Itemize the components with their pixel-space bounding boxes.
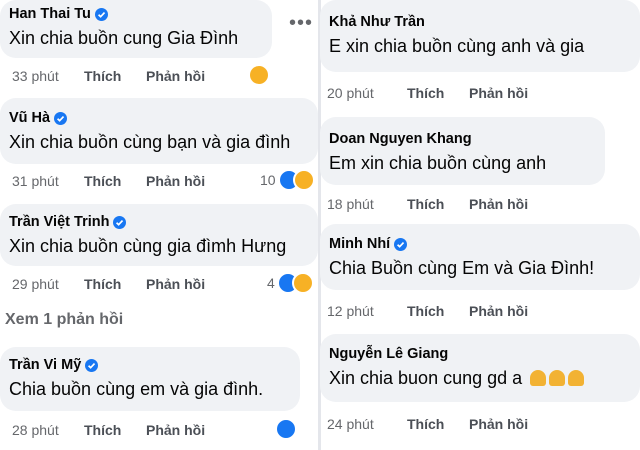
comment-bubble: Trần Việt Trinh Xin chia buồn cùng gia đ… <box>0 204 318 266</box>
comment-bubble: Nguyễn Lê Giang Xin chia buon cung gd a <box>320 334 640 402</box>
comment-actions: 28 phút Thích Phản hồi <box>12 422 205 438</box>
like-button[interactable]: Thích <box>84 173 146 189</box>
left-comment-column: Han Thai Tu Xin chia buồn cung Gia Đình … <box>0 0 318 450</box>
commenter-name[interactable]: Han Thai Tu <box>9 6 91 23</box>
comment-time[interactable]: 31 phút <box>12 173 84 189</box>
reply-button[interactable]: Phản hồi <box>469 196 528 212</box>
comment-time[interactable]: 12 phút <box>327 303 407 319</box>
comment-bubble: Han Thai Tu Xin chia buồn cung Gia Đình <box>0 0 272 58</box>
like-button[interactable]: Thích <box>407 196 469 212</box>
reaction-summary[interactable]: 4 <box>267 272 314 294</box>
reply-button[interactable]: Phản hồi <box>469 303 528 319</box>
comment-text: Chia Buồn cùng Em và Gia Đình! <box>329 258 595 278</box>
reply-button[interactable]: Phản hồi <box>146 422 205 438</box>
like-button[interactable]: Thích <box>84 68 146 84</box>
comment-actions: 29 phút Thích Phản hồi <box>12 276 205 292</box>
comment-actions: 31 phút Thích Phản hồi <box>12 173 205 189</box>
reply-button[interactable]: Phản hồi <box>146 276 205 292</box>
sad-reaction-icon <box>292 169 315 191</box>
more-options-icon[interactable]: ••• <box>289 13 313 33</box>
sad-reaction-icon <box>248 64 270 86</box>
comment-bubble: Khả Như Trần E xin chia buồn cùng anh và… <box>320 0 640 72</box>
comment-actions: 18 phút Thích Phản hồi <box>327 196 528 212</box>
like-button[interactable]: Thích <box>407 85 469 101</box>
commenter-name[interactable]: Minh Nhí <box>329 236 390 253</box>
comment-time[interactable]: 20 phút <box>327 85 407 101</box>
reaction-summary[interactable] <box>248 64 270 86</box>
comment-time[interactable]: 33 phút <box>12 68 84 84</box>
comment-time[interactable]: 24 phút <box>327 416 407 432</box>
comment-time[interactable]: 29 phút <box>12 276 84 292</box>
reply-button[interactable]: Phản hồi <box>146 173 205 189</box>
reaction-count: 10 <box>260 172 276 188</box>
commenter-name[interactable]: Khả Như Trần <box>329 14 425 31</box>
verified-badge-icon <box>94 8 108 21</box>
commenter-name[interactable]: Doan Nguyen Khang <box>329 131 472 148</box>
reaction-summary[interactable] <box>275 418 297 440</box>
like-button[interactable]: Thích <box>407 416 469 432</box>
like-reaction-icon <box>275 418 297 440</box>
comment-text: Xin chia buồn cung Gia Đình <box>9 28 239 48</box>
comment-actions: 12 phút Thích Phản hồi <box>327 303 528 319</box>
sad-reaction-icon <box>291 272 314 294</box>
like-button[interactable]: Thích <box>84 422 146 438</box>
like-button[interactable]: Thích <box>84 276 146 292</box>
comment-bubble: Trần Vi Mỹ Chia buồn cùng em và gia đình… <box>0 347 300 411</box>
comment-text: E xin chia buồn cùng anh và gia <box>329 36 585 56</box>
comment-bubble: Vũ Hà Xin chia buồn cùng bạn và gia đình <box>0 98 318 164</box>
comment-actions: 24 phút Thích Phản hồi <box>327 416 528 432</box>
reaction-count: 4 <box>267 275 275 291</box>
comment-text: Xin chia buồn cùng bạn và gia đình <box>9 132 291 152</box>
comment-text: Em xin chia buồn cùng anh <box>329 153 547 173</box>
view-replies-link[interactable]: Xem 1 phản hồi <box>5 311 123 329</box>
verified-badge-icon <box>394 238 408 251</box>
comment-bubble: Doan Nguyen Khang Em xin chia buồn cùng … <box>320 117 605 185</box>
reply-button[interactable]: Phản hồi <box>146 68 205 84</box>
verified-badge-icon <box>113 216 127 229</box>
reply-button[interactable]: Phản hồi <box>469 85 528 101</box>
comment-time[interactable]: 28 phút <box>12 422 84 438</box>
commenter-name[interactable]: Vũ Hà <box>9 110 50 127</box>
comment-actions: 33 phút Thích Phản hồi <box>12 68 205 84</box>
comment-text: Chia buồn cùng em và gia đình. <box>9 379 264 399</box>
commenter-name[interactable]: Trần Vi Mỹ <box>9 357 81 374</box>
comment-bubble: Minh Nhí Chia Buồn cùng Em và Gia Đình! <box>320 224 640 290</box>
reply-button[interactable]: Phản hồi <box>469 416 528 432</box>
comment-text: Xin chia buon cung gd a <box>329 368 523 388</box>
comment-actions: 20 phút Thích Phản hồi <box>327 85 528 101</box>
verified-badge-icon <box>54 112 68 125</box>
commenter-name[interactable]: Trần Việt Trinh <box>9 214 109 231</box>
commenter-name[interactable]: Nguyễn Lê Giang <box>329 346 448 363</box>
folded-hands-icon <box>527 368 585 388</box>
reaction-summary[interactable]: 10 <box>260 169 315 191</box>
comment-time[interactable]: 18 phút <box>327 196 407 212</box>
comment-text: Xin chia buồn cùng gia đìmh Hưng <box>9 236 287 256</box>
like-button[interactable]: Thích <box>407 303 469 319</box>
right-comment-column: Khả Như Trần E xin chia buồn cùng anh và… <box>320 0 640 450</box>
verified-badge-icon <box>85 359 99 372</box>
